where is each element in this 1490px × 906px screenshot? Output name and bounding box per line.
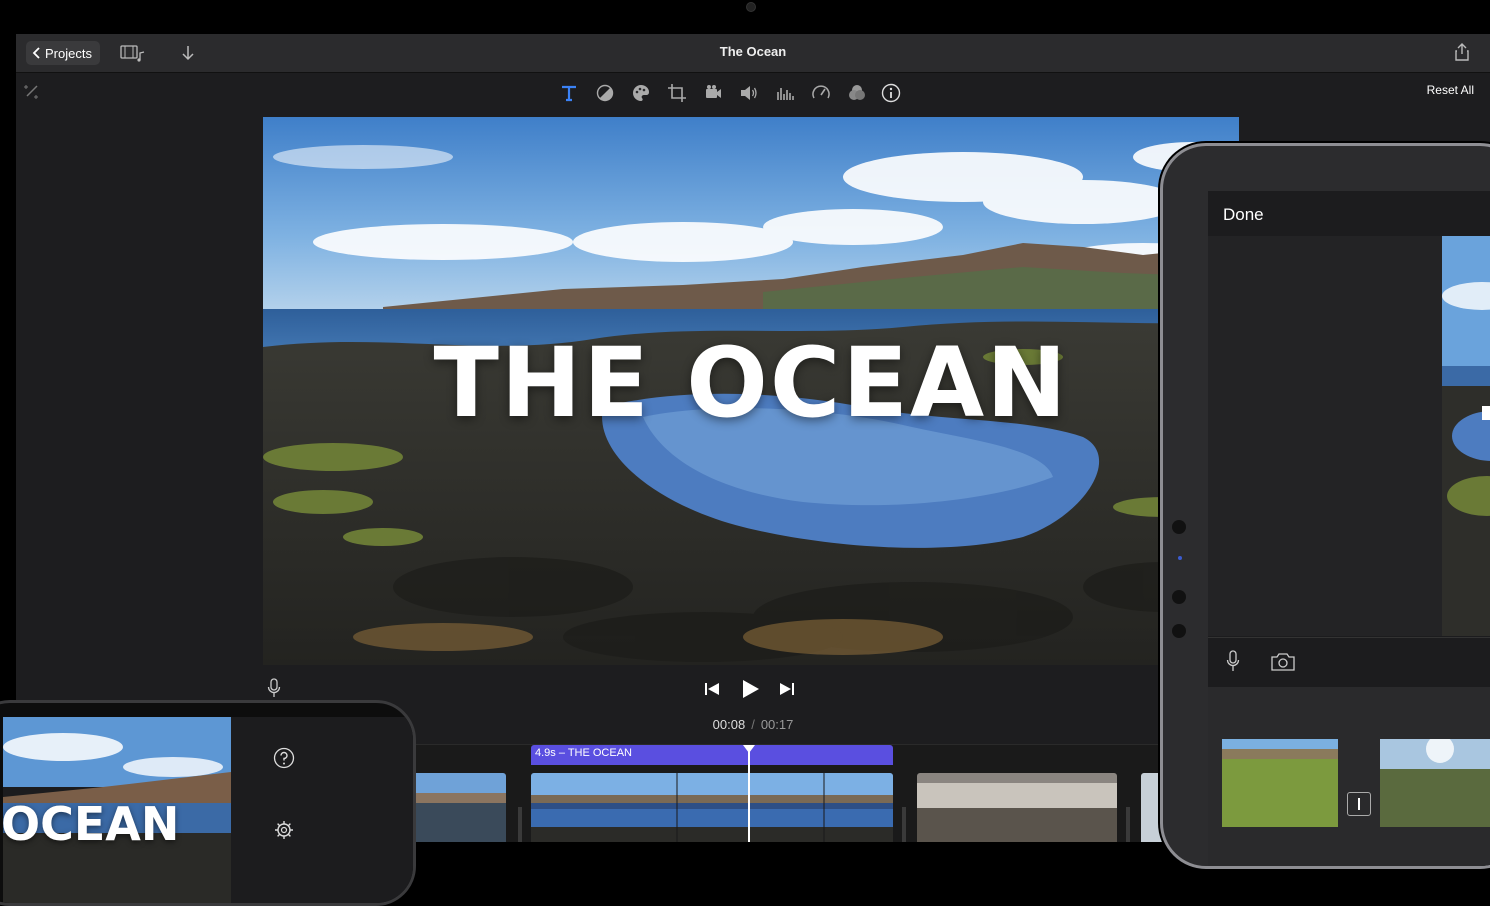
- play-icon: [743, 680, 759, 698]
- ipad-timeline-clip[interactable]: [1222, 739, 1338, 827]
- playhead[interactable]: [748, 749, 750, 842]
- speaker-icon: [741, 86, 757, 100]
- timeline-clip-1[interactable]: [409, 773, 506, 842]
- stabilization-button[interactable]: [702, 82, 724, 104]
- ipad-camera-button[interactable]: [1270, 652, 1296, 677]
- clip-transition[interactable]: [518, 807, 522, 842]
- ipad-video-preview: [1442, 236, 1490, 636]
- speedometer-icon: [812, 85, 830, 99]
- color-balance-icon: [596, 84, 614, 102]
- title-t-icon: [562, 85, 576, 102]
- filter-circles-icon: [849, 85, 865, 100]
- title-bar: Projects The Ocean: [16, 34, 1490, 73]
- volume-button[interactable]: [738, 82, 760, 104]
- selected-clip-thumbnails: [531, 773, 893, 842]
- reset-all-button[interactable]: Reset All: [1427, 83, 1474, 97]
- iphone-device: OCEAN: [0, 700, 416, 906]
- gear-icon: [275, 821, 293, 839]
- equalizer-icon: [777, 88, 794, 100]
- ocean-landscape-image: [1442, 236, 1490, 636]
- ipad-voiceover-button[interactable]: [1226, 650, 1240, 677]
- crop-button[interactable]: [666, 82, 688, 104]
- video-viewer: THE OCEAN: [263, 117, 1239, 665]
- microphone-icon: [1226, 650, 1240, 671]
- ipad-top-bar: Done: [1208, 191, 1490, 237]
- selected-timeline-clip[interactable]: [531, 773, 893, 842]
- ipad-side-buttons: [1172, 520, 1186, 638]
- clip-transition[interactable]: [1126, 807, 1130, 842]
- color-balance-button[interactable]: [594, 82, 616, 104]
- iphone-screen: OCEAN: [3, 717, 413, 903]
- help-button[interactable]: [273, 747, 295, 774]
- done-button[interactable]: Done: [1223, 205, 1264, 225]
- play-button[interactable]: [740, 679, 760, 704]
- clip-transition[interactable]: [902, 807, 906, 842]
- magic-wand-button[interactable]: [22, 81, 42, 106]
- magic-wand-icon: [24, 85, 38, 99]
- adjustment-toolbar: Reset All: [16, 73, 1490, 111]
- clip-thumbnail: [409, 773, 506, 842]
- info-icon: [881, 83, 901, 103]
- question-icon: [273, 747, 295, 769]
- palette-icon: [633, 85, 649, 101]
- ipad-tool-row: [1208, 637, 1490, 688]
- clip-filter-button[interactable]: [846, 82, 868, 104]
- time-separator: /: [751, 717, 755, 732]
- ipad-timeline-clip[interactable]: [1380, 735, 1490, 827]
- share-button[interactable]: [1454, 43, 1470, 66]
- iphone-title-overlay: OCEAN: [3, 797, 180, 851]
- iphone-video-preview: OCEAN: [3, 717, 231, 903]
- total-time: 00:17: [760, 717, 794, 732]
- selected-clip-title-bar[interactable]: 4.9s – THE OCEAN: [531, 745, 893, 765]
- ipad-device: Done: [1160, 143, 1490, 869]
- equalizer-button[interactable]: [774, 82, 796, 104]
- camera-notch: [746, 2, 756, 12]
- clip-thumbnail: [1222, 739, 1338, 827]
- share-icon: [1455, 43, 1469, 61]
- current-time: 00:08: [712, 717, 746, 732]
- timeline-clip-3[interactable]: [917, 773, 1117, 842]
- camera-icon: [1271, 653, 1295, 671]
- speed-button[interactable]: [810, 82, 832, 104]
- skip-back-button[interactable]: [704, 682, 720, 701]
- skip-back-icon: [705, 683, 719, 695]
- crop-icon: [668, 84, 686, 102]
- skip-forward-icon: [780, 683, 794, 695]
- titles-tool-button[interactable]: [558, 82, 580, 104]
- color-correction-button[interactable]: [630, 82, 652, 104]
- clip-thumbnail: [1380, 735, 1490, 827]
- ipad-screen: Done: [1208, 191, 1490, 866]
- video-camera-icon: [706, 85, 721, 98]
- title-overlay-text: THE OCEAN: [433, 327, 1069, 439]
- microphone-icon: [267, 678, 281, 697]
- skip-forward-button[interactable]: [779, 682, 795, 701]
- ipad-transition-button[interactable]: [1347, 792, 1371, 816]
- project-title: The Ocean: [719, 44, 787, 59]
- clip-info-button[interactable]: [880, 82, 902, 104]
- clip-thumbnail: [917, 773, 1117, 842]
